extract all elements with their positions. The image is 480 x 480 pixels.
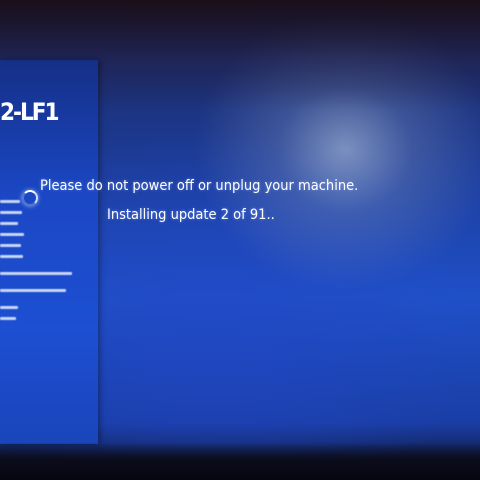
screen-bezel	[0, 442, 480, 480]
update-screen: 2-LF1 Please do not power off or unplug …	[0, 0, 480, 480]
panel-detail-line	[0, 317, 16, 320]
panel-detail-line	[0, 289, 66, 292]
panel-detail-line	[0, 200, 20, 203]
panel-detail-lines	[0, 200, 98, 328]
panel-title: 2-LF1	[0, 98, 60, 126]
panel-detail-line	[0, 244, 21, 247]
panel-detail-line	[0, 233, 24, 236]
update-progress-status: Installing update 2 of 91..	[107, 207, 275, 223]
loading-spinner-icon	[22, 190, 38, 206]
panel-detail-line	[0, 306, 18, 309]
update-warning-message: Please do not power off or unplug your m…	[40, 178, 359, 194]
panel-detail-line	[0, 211, 22, 214]
panel-detail-line	[0, 272, 72, 275]
side-info-panel: 2-LF1	[0, 60, 98, 444]
panel-detail-line	[0, 255, 23, 258]
panel-detail-line	[0, 222, 18, 225]
